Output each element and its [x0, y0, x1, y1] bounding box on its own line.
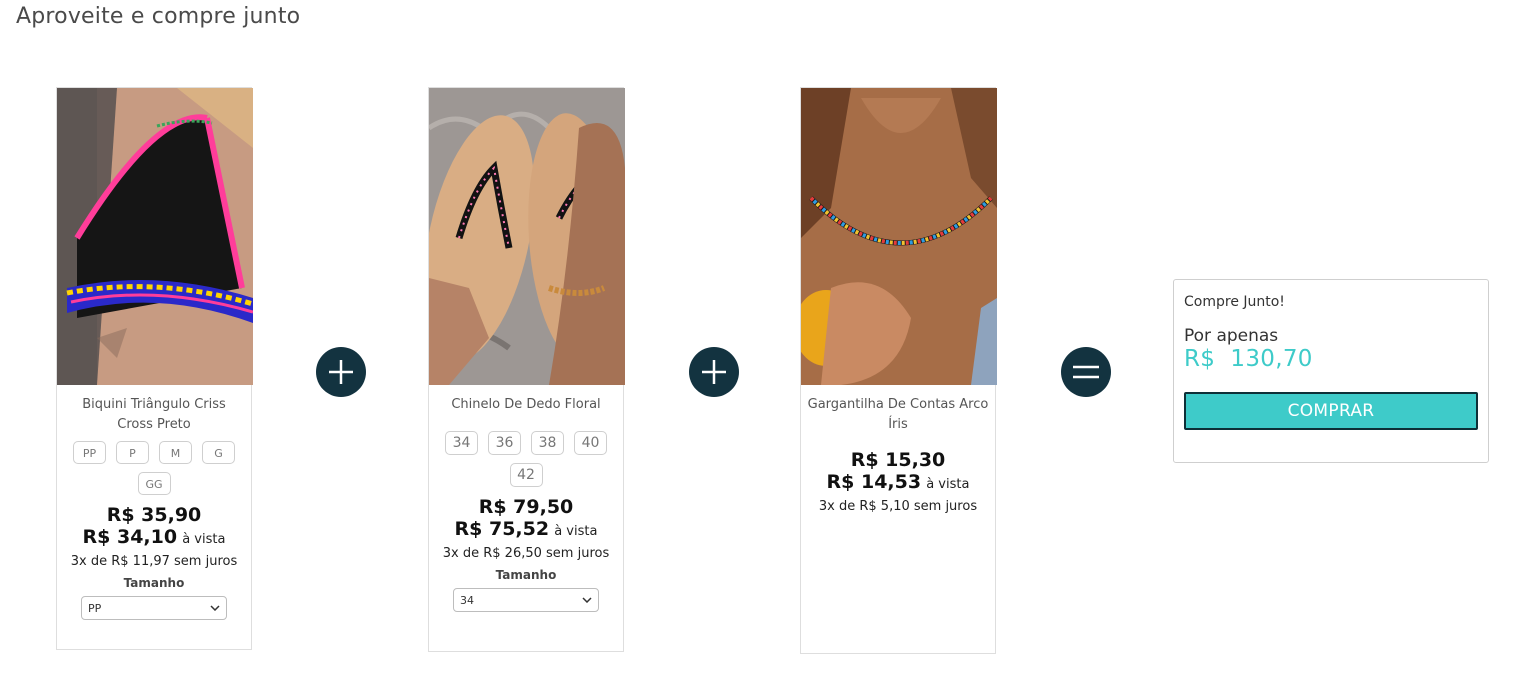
product-name[interactable]: Chinelo De Dedo Floral — [429, 385, 623, 415]
size-option-pp[interactable]: PP — [73, 441, 106, 464]
size-option-42[interactable]: 42 — [509, 463, 543, 487]
size-options: PP P M G GG — [57, 435, 251, 495]
section-title: Aproveite e compre junto — [16, 4, 301, 29]
buy-button[interactable]: COMPRAR — [1184, 392, 1478, 430]
summary-subtitle: Por apenas — [1184, 326, 1279, 346]
vista-value: R$ 75,52 — [454, 518, 550, 540]
vista-label: à vista — [182, 532, 226, 547]
equals-icon — [1061, 347, 1111, 397]
product-image-sandal[interactable] — [429, 88, 625, 385]
installments-text: 3x de R$ 5,10 sem juros — [818, 499, 978, 514]
size-option-m[interactable]: M — [159, 441, 192, 464]
installments-text: 3x de R$ 11,97 sem juros — [70, 554, 238, 569]
vista-value: R$ 14,53 — [826, 471, 922, 493]
product-price-vista: R$ 34,10 à vista — [57, 526, 251, 551]
product-name[interactable]: Gargantilha De Contas Arco Íris — [801, 385, 995, 435]
size-select-value: PP — [88, 601, 102, 615]
size-select[interactable]: PP — [81, 596, 227, 620]
buy-together-summary: Compre Junto! Por apenas R$ 130,70 COMPR… — [1173, 279, 1489, 463]
product-image-necklace[interactable] — [801, 88, 997, 385]
size-option-34[interactable]: 34 — [445, 431, 478, 455]
product-price: R$ 35,90 — [106, 504, 202, 526]
vista-label: à vista — [926, 477, 970, 492]
plus-icon — [316, 347, 366, 397]
size-option-gg[interactable]: GG — [137, 472, 171, 495]
summary-total: R$ 130,70 — [1184, 346, 1313, 372]
product-price-vista: R$ 14,53 à vista — [801, 471, 995, 496]
product-card-necklace: Gargantilha De Contas Arco Íris R$ 15,30… — [800, 87, 997, 654]
size-option-40[interactable]: 40 — [574, 431, 607, 455]
plus-icon — [689, 347, 739, 397]
size-options: 34 36 38 40 42 — [429, 415, 623, 487]
product-card-bikini: Biquini Triângulo Criss Cross Preto PP P… — [56, 87, 253, 650]
vista-label: à vista — [554, 524, 598, 539]
chevron-down-icon — [582, 597, 592, 603]
installments-text: 3x de R$ 26,50 sem juros — [442, 546, 610, 561]
size-label: Tamanho — [123, 576, 185, 590]
size-select[interactable]: 34 — [453, 588, 599, 612]
summary-title: Compre Junto! — [1184, 294, 1285, 310]
size-option-36[interactable]: 36 — [488, 431, 521, 455]
size-option-38[interactable]: 38 — [531, 431, 564, 455]
product-card-sandal: Chinelo De Dedo Floral 34 36 38 40 42 R$… — [428, 87, 625, 652]
chevron-down-icon — [210, 605, 220, 611]
size-select-value: 34 — [460, 593, 474, 607]
vista-value: R$ 34,10 — [82, 526, 178, 548]
product-price-vista: R$ 75,52 à vista — [429, 518, 623, 543]
product-name[interactable]: Biquini Triângulo Criss Cross Preto — [57, 385, 251, 435]
product-price: R$ 79,50 — [478, 496, 574, 518]
product-price: R$ 15,30 — [850, 449, 946, 471]
size-option-p[interactable]: P — [116, 441, 149, 464]
size-option-g[interactable]: G — [202, 441, 235, 464]
product-image-bikini[interactable] — [57, 88, 253, 385]
size-label: Tamanho — [495, 568, 557, 582]
